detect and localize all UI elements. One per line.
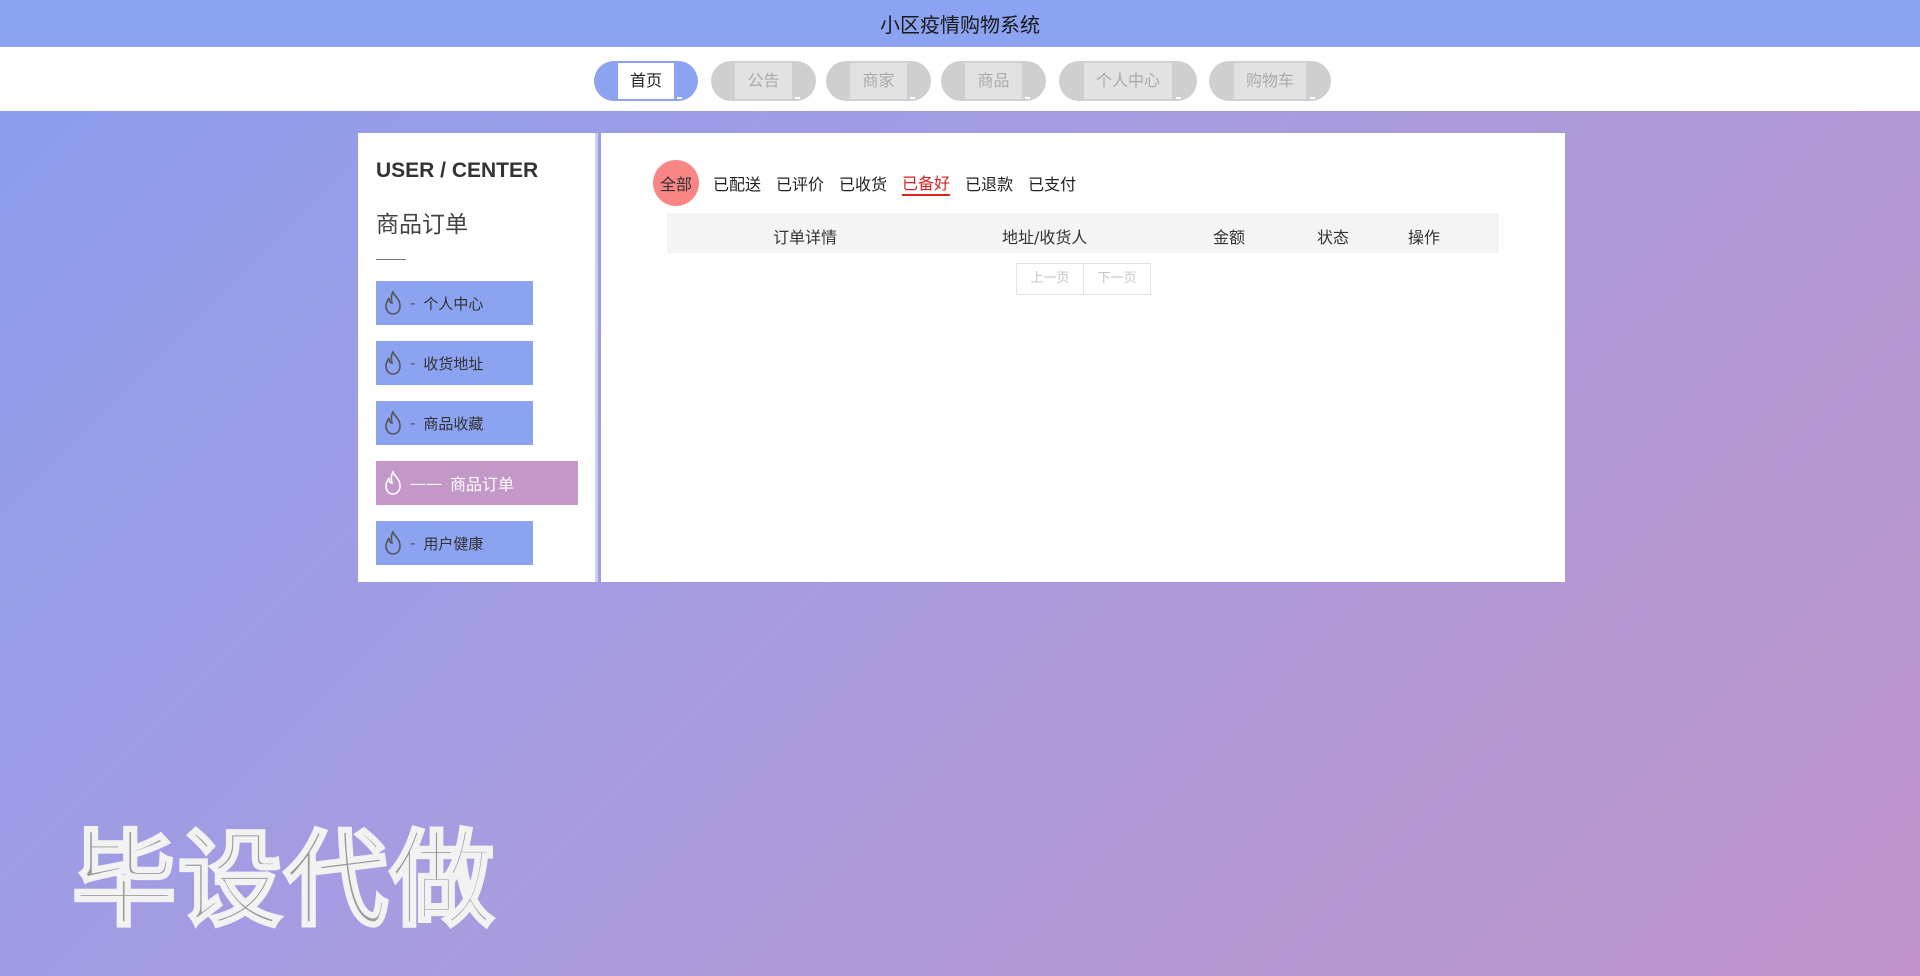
nav-products-label: 商品 [965,63,1022,99]
menu-dash: - [410,414,416,432]
flame-icon [385,290,401,315]
flame-icon [385,410,401,435]
sidebar-item-label: 商品订单 [450,475,515,494]
tab-delivered[interactable]: 已配送 [713,171,761,195]
col-actions: 操作 [1408,228,1441,247]
menu-dash: —— [410,473,442,493]
flame-icon [385,350,401,375]
nav-home[interactable]: 首页 [594,61,698,101]
site-title: 小区疫情购物系统 [880,13,1040,37]
menu-dash: - [410,294,416,312]
pagination: 上一页 下一页 [1016,263,1151,295]
tab-received[interactable]: 已收货 [839,171,887,195]
sidebar-heading: USER / CENTER [376,159,539,182]
nav-personal-center[interactable]: 个人中心 [1059,61,1197,101]
user-center-sidebar: USER / CENTER 商品订单 - 个人中心 - 收货地址 - 商品收藏 … [358,133,598,582]
nav-products[interactable]: 商品 [941,61,1046,101]
nav-home-label: 首页 [617,63,674,99]
col-address-recipient: 地址/收货人 [1002,228,1088,247]
tab-prepared[interactable]: 已备好 [902,170,951,196]
nav-announcements-label: 公告 [735,63,792,99]
col-status: 状态 [1317,228,1350,247]
sidebar-item-user-health[interactable]: - 用户健康 [376,521,533,565]
sidebar-item-shipping-address[interactable]: - 收货地址 [376,341,533,385]
orders-panel: 全部 已配送 已评价 已收货 已备好 已退款 已支付 订单详情 地址/收货人 金… [601,133,1565,582]
prev-page-button[interactable]: 上一页 [1016,263,1084,295]
nav-personal-center-label: 个人中心 [1083,63,1172,99]
col-order-details: 订单详情 [773,228,838,247]
tab-reviewed[interactable]: 已评价 [776,171,824,195]
nav-merchants-label: 商家 [850,63,907,99]
flame-icon [385,470,401,495]
menu-dash: - [410,354,416,372]
menu-dash: - [410,534,416,552]
nav-announcements[interactable]: 公告 [711,61,816,101]
top-header-bar: 小区疫情购物系统 [0,0,1920,47]
order-status-tabs: 全部 已配送 已评价 已收货 已备好 已退款 已支付 [653,160,1091,206]
nav-cart-label: 购物车 [1233,63,1306,99]
orders-table-header: 订单详情 地址/收货人 金额 状态 操作 [667,213,1499,253]
sidebar-item-personal-center[interactable]: - 个人中心 [376,281,533,325]
nav-merchants[interactable]: 商家 [826,61,931,101]
sidebar-item-label: 收货地址 [423,354,484,373]
sidebar-subheading: 商品订单 [376,212,468,238]
flame-icon [385,530,401,555]
tab-paid[interactable]: 已支付 [1028,171,1076,195]
tab-refunded[interactable]: 已退款 [965,171,1013,195]
sidebar-divider [376,259,406,260]
watermark-text: 毕设代做 [70,818,497,943]
main-nav: 首页 公告 商家 商品 个人中心 购物车 [0,47,1920,111]
sidebar-item-label: 商品收藏 [423,414,484,433]
nav-cart[interactable]: 购物车 [1209,61,1331,101]
sidebar-item-favorites[interactable]: - 商品收藏 [376,401,533,445]
col-amount: 金额 [1213,228,1246,247]
sidebar-item-label: 个人中心 [423,294,484,313]
next-page-button[interactable]: 下一页 [1084,263,1151,295]
tab-all[interactable]: 全部 [653,160,699,206]
sidebar-item-orders[interactable]: —— 商品订单 [376,461,578,505]
sidebar-item-label: 用户健康 [423,534,484,553]
